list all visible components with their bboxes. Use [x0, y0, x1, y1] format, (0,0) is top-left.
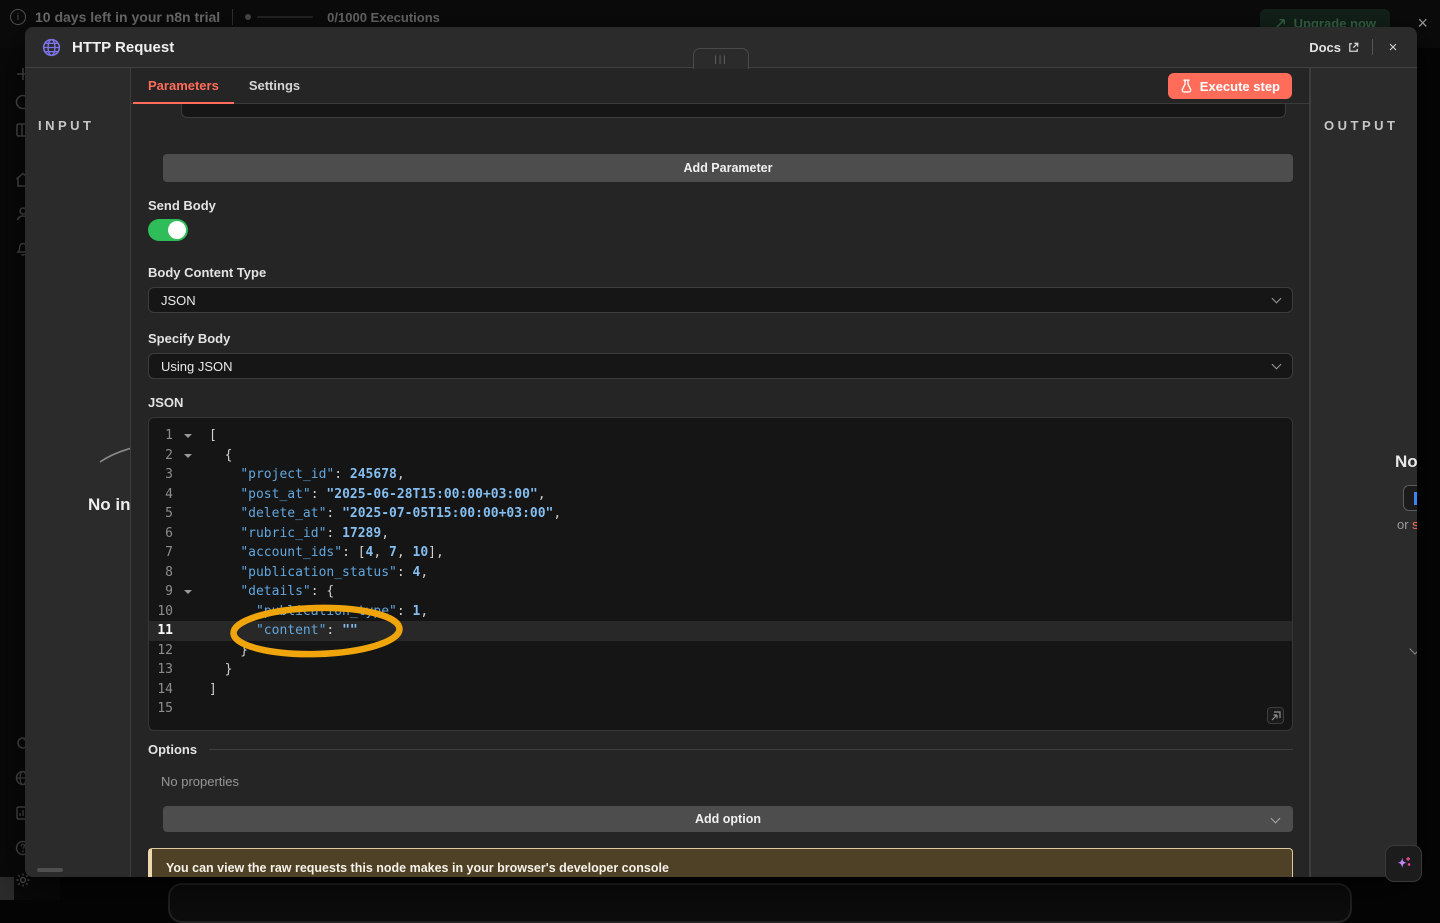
globe-node-icon	[41, 37, 62, 58]
external-link-icon	[1347, 41, 1360, 54]
docs-link[interactable]: Docs	[1309, 40, 1360, 55]
code-line[interactable]: 3 "project_id": 245678,	[149, 465, 1292, 485]
tab-bar: Parameters Settings Execute step	[131, 68, 1309, 104]
code-line[interactable]: 11 "content": ""	[149, 621, 1292, 641]
fold-gutter	[179, 680, 195, 700]
info-icon: i	[10, 9, 26, 25]
close-icon[interactable]: ×	[1417, 14, 1428, 32]
divider	[232, 9, 233, 25]
tab-parameters[interactable]: Parameters	[133, 68, 234, 103]
input-panel: INPUT No in	[25, 68, 131, 877]
code-line[interactable]: 14]	[149, 680, 1292, 700]
input-panel-label: INPUT	[38, 118, 95, 133]
code-line[interactable]: 6 "rubric_id": 17289,	[149, 524, 1292, 544]
background-canvas-node	[168, 883, 1352, 923]
divider	[1372, 39, 1373, 55]
code-line[interactable]: 13 }	[149, 660, 1292, 680]
send-body-toggle[interactable]	[148, 219, 188, 241]
code-line[interactable]: 10 "publication_type": 1,	[149, 602, 1292, 622]
sparkles-ai-icon	[1393, 853, 1415, 875]
body-content-type-label: Body Content Type	[148, 265, 266, 280]
toggle-knob	[168, 221, 186, 239]
mock-data-link-fragment[interactable]: s	[1412, 517, 1417, 532]
executions-progress-track	[257, 16, 313, 18]
code-line[interactable]: 1[	[149, 426, 1292, 446]
json-code-editor[interactable]: 1[2 {3 "project_id": 245678,4 "post_at":…	[148, 417, 1293, 731]
code-line[interactable]: 15	[149, 699, 1292, 719]
chevron-down-icon[interactable]	[1409, 643, 1417, 654]
panel-drag-handle[interactable]: |||	[693, 48, 749, 69]
specify-body-value: Using JSON	[161, 359, 233, 374]
chevron-down-icon	[1271, 814, 1281, 824]
fold-arrow-icon[interactable]	[179, 582, 195, 602]
code-lines: 1[2 {3 "project_id": 245678,4 "post_at":…	[149, 426, 1292, 719]
code-line[interactable]: 7 "account_ids": [4, 7, 10],	[149, 543, 1292, 563]
send-body-label: Send Body	[148, 198, 216, 213]
node-settings-modal: HTTP Request Docs × ||| INPUT No in	[25, 27, 1417, 877]
ai-assistant-button[interactable]	[1385, 845, 1422, 882]
output-or-hint: or s	[1397, 517, 1417, 532]
fold-gutter	[179, 641, 195, 661]
body-content-type-select[interactable]: JSON	[148, 287, 1293, 313]
executions-progress-dot	[245, 14, 251, 20]
fold-gutter	[179, 602, 195, 622]
tab-settings[interactable]: Settings	[234, 68, 315, 103]
fold-gutter	[179, 465, 195, 485]
output-panel-label: OUTPUT	[1324, 118, 1398, 133]
executions-count-text: 0/1000 Executions	[327, 10, 440, 25]
raw-requests-notice: You can view the raw requests this node …	[148, 848, 1293, 877]
scrollbar-thumb[interactable]	[37, 868, 63, 872]
fold-arrow-icon[interactable]	[179, 446, 195, 466]
curved-arrow-icon	[99, 444, 131, 466]
fold-gutter	[179, 543, 195, 563]
no-input-hint: No in	[88, 495, 131, 515]
trial-countdown-text: 10 days left in your n8n trial	[35, 9, 220, 25]
fold-gutter	[179, 524, 195, 544]
divider	[209, 749, 1293, 750]
button-text-fragment	[1414, 492, 1417, 505]
execute-step-button[interactable]: Execute step	[1168, 73, 1292, 99]
chevron-down-icon	[1272, 294, 1282, 304]
output-panel: OUTPUT No or s	[1310, 68, 1417, 877]
parameters-scroll-area: Add Parameter Send Body Body Content Typ…	[131, 104, 1309, 877]
specify-body-label: Specify Body	[148, 331, 230, 346]
add-option-label: Add option	[695, 812, 761, 826]
code-line[interactable]: 12 }	[149, 641, 1292, 661]
json-field-label: JSON	[148, 395, 183, 410]
fold-gutter	[179, 504, 195, 524]
background-canvas-block	[0, 877, 14, 900]
output-execute-button-fragment[interactable]	[1403, 485, 1417, 511]
options-label: Options	[148, 742, 197, 757]
fold-gutter	[179, 699, 195, 719]
code-line[interactable]: 9 "details": {	[149, 582, 1292, 602]
flask-icon	[1180, 79, 1193, 93]
fold-gutter	[179, 660, 195, 680]
fold-arrow-icon[interactable]	[179, 426, 195, 446]
fold-gutter	[179, 621, 195, 641]
modal-title: HTTP Request	[72, 39, 174, 56]
fold-gutter	[179, 563, 195, 583]
chevron-down-icon	[1272, 360, 1282, 370]
code-line[interactable]: 8 "publication_status": 4,	[149, 563, 1292, 583]
code-line[interactable]: 4 "post_at": "2025-06-28T15:00:00+03:00"…	[149, 485, 1292, 505]
add-parameter-button[interactable]: Add Parameter	[163, 154, 1293, 182]
specify-body-select[interactable]: Using JSON	[148, 353, 1293, 379]
expand-editor-icon[interactable]	[1267, 707, 1284, 724]
no-output-hint: No	[1395, 452, 1417, 472]
fold-gutter	[179, 485, 195, 505]
body-content-type-value: JSON	[161, 293, 196, 308]
notice-text: You can view the raw requests this node …	[166, 861, 669, 875]
parameters-pane: Parameters Settings Execute step Add Par…	[131, 68, 1310, 877]
code-line[interactable]: 2 {	[149, 446, 1292, 466]
code-line[interactable]: 5 "delete_at": "2025-07-05T15:00:00+03:0…	[149, 504, 1292, 524]
query-parameter-value-field[interactable]	[181, 104, 1286, 118]
modal-close-icon[interactable]: ×	[1385, 39, 1401, 56]
no-properties-text: No properties	[161, 774, 239, 789]
add-option-button[interactable]: Add option	[163, 806, 1293, 832]
